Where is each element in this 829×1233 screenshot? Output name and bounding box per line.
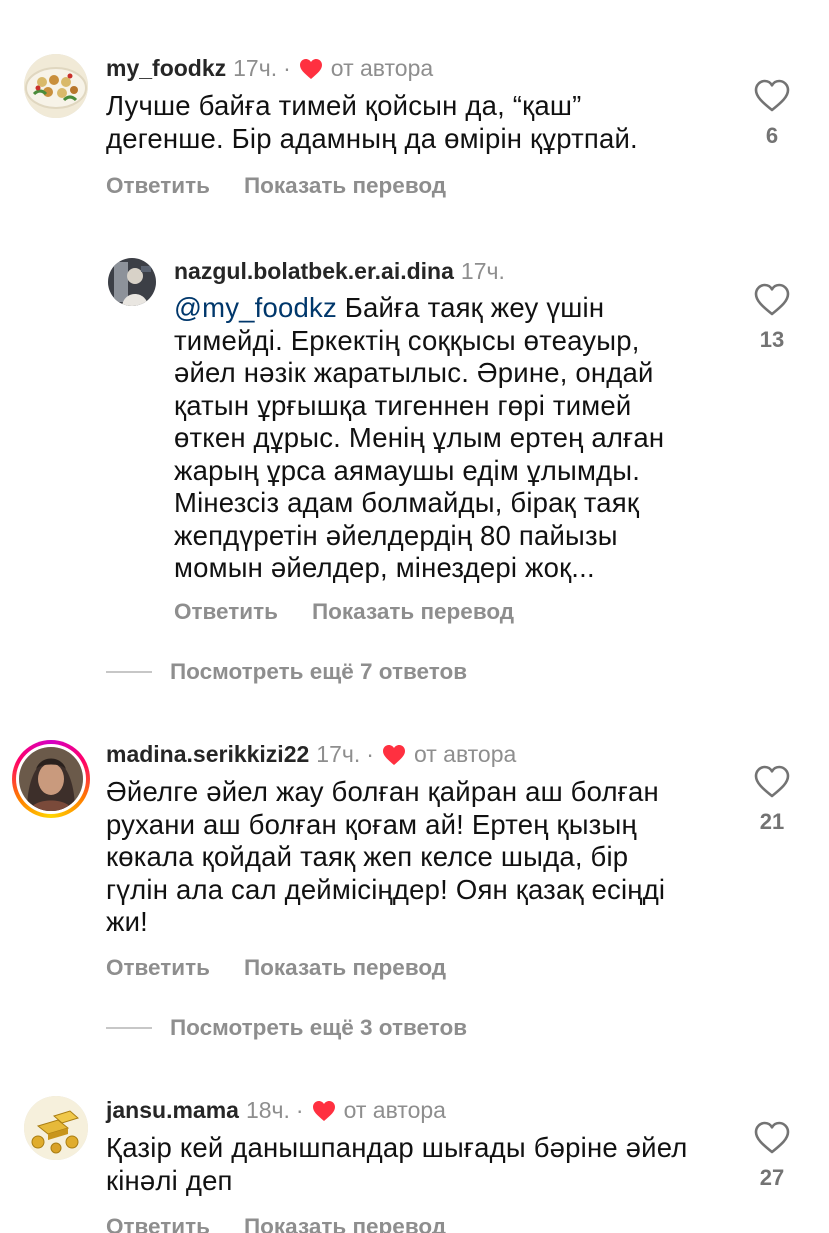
separator-dot: · bbox=[295, 1097, 304, 1123]
comment-line: Қазір кей данышпандар шығады бәріне әйел bbox=[106, 1132, 688, 1163]
like-control: 21 bbox=[742, 765, 802, 835]
like-count: 27 bbox=[759, 1165, 785, 1190]
username[interactable]: my_foodkz bbox=[106, 55, 226, 82]
timestamp[interactable]: 17ч. bbox=[461, 258, 505, 285]
comment-line: момын әйелдер, мінездері жоқ... bbox=[174, 552, 595, 583]
like-control: 13 bbox=[742, 283, 802, 353]
by-author-label: от автора bbox=[330, 55, 434, 81]
like-count: 6 bbox=[765, 123, 779, 148]
comment-meta: jansu.mama 18ч. · от автора bbox=[106, 1097, 446, 1124]
reply-button[interactable]: Ответить bbox=[106, 1214, 210, 1233]
comment-line: Лучше байға тимей қойсын да, “қаш” bbox=[106, 90, 582, 121]
heart-outline-icon[interactable] bbox=[754, 79, 790, 113]
author-liked-heart-icon bbox=[312, 1100, 335, 1121]
comment-text: Қазір кей данышпандар шығады бәріне әйел… bbox=[106, 1132, 688, 1197]
by-author-label: от автора bbox=[413, 741, 517, 767]
comment-meta: my_foodkz 17ч. · от автора bbox=[106, 55, 433, 82]
heart-outline-icon[interactable] bbox=[754, 283, 790, 317]
comment-line: Әйелге әйел жау болған қайран аш болған bbox=[106, 776, 659, 807]
show-translation-button[interactable]: Показать перевод bbox=[244, 1214, 446, 1233]
gold-bars-avatar-icon bbox=[24, 1096, 88, 1160]
comment-actions: Ответить Показать перевод bbox=[106, 1214, 446, 1233]
comment-line: жарың ұрса аямаушы едім ұлымды. bbox=[174, 454, 641, 486]
comment-text: @my_foodkz Байға таяқ жеу үшін тимейді. … bbox=[174, 292, 664, 585]
username[interactable]: jansu.mama bbox=[106, 1097, 239, 1124]
comment-text: Лучше байға тимей қойсын да, “қаш” деген… bbox=[106, 90, 638, 155]
username[interactable]: madina.serikkizi22 bbox=[106, 741, 309, 768]
heart-outline-icon[interactable] bbox=[754, 765, 790, 799]
avatar[interactable] bbox=[108, 258, 156, 306]
timestamp[interactable]: 18ч. bbox=[246, 1097, 290, 1124]
comment-meta: madina.serikkizi22 17ч. · от автора bbox=[106, 741, 516, 768]
separator-dot: · bbox=[366, 741, 374, 767]
view-more-replies-label: Посмотреть ещё 3 ответов bbox=[170, 1015, 468, 1040]
author-liked-heart-icon bbox=[299, 58, 322, 79]
comment-line: кінәлі деп bbox=[106, 1164, 233, 1196]
comment-line: әйел нәзік жаратылыс. Әрине, ондай bbox=[174, 357, 654, 388]
view-more-replies-button[interactable]: Посмотреть ещё 7 ответов bbox=[106, 659, 467, 685]
comment-line: дегенше. Бір адамның да өмірін құртпай. bbox=[106, 122, 638, 154]
food-platter-avatar-icon bbox=[24, 54, 88, 118]
divider-line bbox=[106, 1027, 152, 1029]
view-more-replies-label: Посмотреть ещё 7 ответов bbox=[170, 659, 468, 684]
reply-button[interactable]: Ответить bbox=[174, 599, 278, 625]
comment-meta: nazgul.bolatbek.er.ai.dina 17ч. bbox=[174, 258, 505, 285]
like-control: 27 bbox=[742, 1121, 802, 1191]
timestamp[interactable]: 17ч. bbox=[233, 55, 277, 82]
comment-line: көкала қойдай таяқ жеп келсе шыда, бір bbox=[106, 841, 629, 872]
avatar[interactable] bbox=[24, 54, 88, 118]
comment-actions: Ответить Показать перевод bbox=[106, 955, 446, 981]
show-translation-button[interactable]: Показать перевод bbox=[244, 173, 446, 199]
reply-button[interactable]: Ответить bbox=[106, 173, 210, 199]
mention-link[interactable]: @my_foodkz bbox=[174, 292, 337, 323]
comment-line: өткен дұрыс. Менің ұлым ертең алған bbox=[174, 422, 665, 453]
heart-outline-icon[interactable] bbox=[754, 1121, 790, 1155]
comment-actions: Ответить Показать перевод bbox=[174, 599, 514, 625]
by-author-label: от автора bbox=[343, 1097, 446, 1123]
comment-line: гүлін ала сал деймісіңдер! Оян қазақ есі… bbox=[106, 873, 666, 905]
username[interactable]: nazgul.bolatbek.er.ai.dina bbox=[174, 258, 454, 285]
comment-line: @my_foodkz Байға таяқ жеу үшін bbox=[174, 292, 605, 323]
comment-line: Мінезсіз адам болмайды, бірақ таяқ bbox=[174, 487, 640, 518]
woman-portrait-avatar-icon bbox=[19, 747, 83, 811]
comment-actions: Ответить Показать перевод bbox=[106, 173, 446, 199]
comment-line: рухани аш болған қоғам ай! Ертең қызың bbox=[106, 808, 637, 840]
comment-text: Әйелге әйел жау болған қайран аш болған … bbox=[106, 776, 665, 939]
avatar[interactable] bbox=[24, 1096, 88, 1160]
comment-line: жепдүретін әйелдердің 80 пайызы bbox=[174, 519, 618, 551]
comment-line: жи! bbox=[106, 906, 148, 937]
person-avatar-icon bbox=[108, 258, 156, 306]
divider-line bbox=[106, 671, 152, 673]
comment-line: қатын ұрғышқа тигеннен гөрі тимей bbox=[174, 389, 632, 421]
like-count: 13 bbox=[759, 327, 785, 352]
author-liked-heart-icon bbox=[382, 744, 405, 765]
story-ring[interactable] bbox=[12, 740, 90, 818]
show-translation-button[interactable]: Показать перевод bbox=[244, 955, 446, 981]
like-count: 21 bbox=[759, 809, 785, 834]
comment-line: тимейді. Еркектің соққысы өтеауыр, bbox=[174, 324, 640, 356]
avatar bbox=[19, 747, 83, 811]
show-translation-button[interactable]: Показать перевод bbox=[312, 599, 514, 625]
view-more-replies-button[interactable]: Посмотреть ещё 3 ответов bbox=[106, 1015, 467, 1041]
separator-dot: · bbox=[283, 55, 291, 81]
like-control: 6 bbox=[742, 79, 802, 149]
timestamp[interactable]: 17ч. bbox=[316, 741, 360, 768]
reply-button[interactable]: Ответить bbox=[106, 955, 210, 981]
